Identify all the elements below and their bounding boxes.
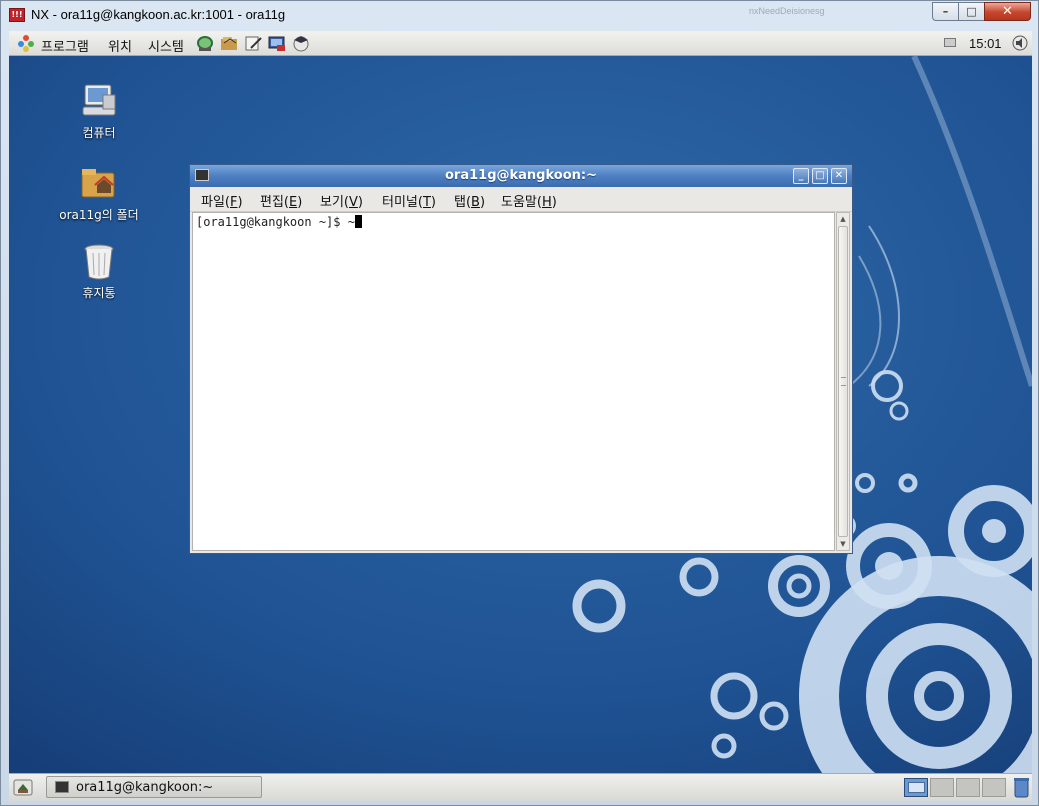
network-browser-icon[interactable] [195,34,215,53]
menu-system[interactable]: 시스템 [148,36,184,55]
nx-icon: !!! [9,8,25,22]
minimize-button[interactable]: – [932,2,959,21]
desktop-icon-home[interactable]: ora11g의 폴더 [49,163,149,223]
menu-file[interactable]: 파일(F) [201,191,243,210]
clock[interactable]: 15:01 [969,36,1002,51]
terminal-text-area[interactable]: [ora11g@kangkoon ~]$ ~ [192,212,835,551]
screenshot-icon[interactable] [267,34,287,53]
maximize-icon: □ [815,170,825,181]
minimize-icon: _ [798,170,804,181]
desktop-icon-computer[interactable]: 컴퓨터 [49,81,149,141]
menu-view[interactable]: 보기(V) [320,191,363,210]
taskbar-label: ora11g@kangkoon:~ [76,780,214,795]
scrollbar-grip [841,377,846,386]
terminal-close-button[interactable]: ✕ [831,168,847,184]
scroll-down-arrow-icon[interactable]: ▼ [837,538,849,550]
home-folder-icon [81,169,115,198]
terminal-prompt: [ora11g@kangkoon ~]$ ~ [196,215,362,229]
menu-places[interactable]: 위치 [108,36,132,55]
window-title: NX - ora11g@kangkoon.ac.kr:1001 - ora11g [31,7,286,22]
desktop-icon-label: 컴퓨터 [82,126,116,140]
scroll-up-arrow-icon[interactable]: ▲ [837,213,849,225]
trash-applet-icon[interactable] [1013,777,1030,798]
taskbar-button-terminal[interactable]: ora11g@kangkoon:~ [46,776,262,798]
menu-applications[interactable]: 프로그램 [41,36,89,55]
terminal-maximize-button[interactable]: □ [812,168,828,184]
menu-edit[interactable]: 편집(E) [260,191,302,210]
trash-icon [84,244,114,280]
keyboard-indicator-icon[interactable] [944,38,956,47]
top-panel: 프로그램 위치 시스템 15:01 [9,31,1032,56]
nx-window: !!! NX - ora11g@kangkoon.ac.kr:1001 - or… [0,0,1039,806]
workspace-1[interactable] [904,778,928,797]
desktop-icon-label: 휴지통 [82,286,116,300]
terminal-icon [55,781,69,793]
maximize-icon: □ [966,5,977,18]
help-icon[interactable] [291,34,311,53]
bottom-panel: ora11g@kangkoon:~ [9,773,1032,801]
menu-tabs[interactable]: 탭(B) [454,191,485,210]
workspace-3[interactable] [956,778,980,797]
terminal-scrollbar[interactable]: ▲ ▼ [836,212,850,551]
menu-terminal[interactable]: 터미널(T) [382,191,436,210]
workspace-2[interactable] [930,778,954,797]
computer-icon [82,84,116,116]
volume-icon[interactable] [1011,34,1029,52]
nx-titlebar[interactable]: !!! NX - ora11g@kangkoon.ac.kr:1001 - or… [1,1,1038,29]
gnome-desktop[interactable]: 프로그램 위치 시스템 15:01 컴퓨터 ora11g의 폴더 휴지통 ora… [9,31,1032,801]
terminal-window[interactable]: ora11g@kangkoon:~ _ □ ✕ 파일(F) 편집(E) 보기(V… [189,164,853,554]
scrollbar-thumb[interactable] [838,226,848,537]
minimize-icon: – [942,5,949,18]
text-editor-icon[interactable] [243,34,263,53]
close-button[interactable]: ✕ [984,2,1031,21]
maximize-button[interactable]: □ [958,2,985,21]
close-icon: ✕ [1002,4,1013,19]
terminal-menubar: 파일(F) 편집(E) 보기(V) 터미널(T) 탭(B) 도움말(H) [190,187,852,212]
text-cursor [354,215,362,228]
terminal-title: ora11g@kangkoon:~ [445,168,597,183]
desktop-icon-trash[interactable]: 휴지통 [49,243,149,301]
prompt-text: [ora11g@kangkoon ~]$ ~ [196,215,355,229]
show-desktop-icon[interactable] [13,778,33,797]
workspace-4[interactable] [982,778,1006,797]
applications-icon[interactable] [17,34,35,52]
menu-help[interactable]: 도움말(H) [501,191,557,210]
terminal-titlebar[interactable]: ora11g@kangkoon:~ _ □ ✕ [190,165,852,187]
terminal-minimize-button[interactable]: _ [793,168,809,184]
file-browser-icon[interactable] [219,34,239,53]
close-icon: ✕ [834,170,844,181]
titlebar-ghost-text: nxNeedDeisionesg [749,6,825,16]
desktop-icon-label: ora11g의 폴더 [59,208,139,222]
